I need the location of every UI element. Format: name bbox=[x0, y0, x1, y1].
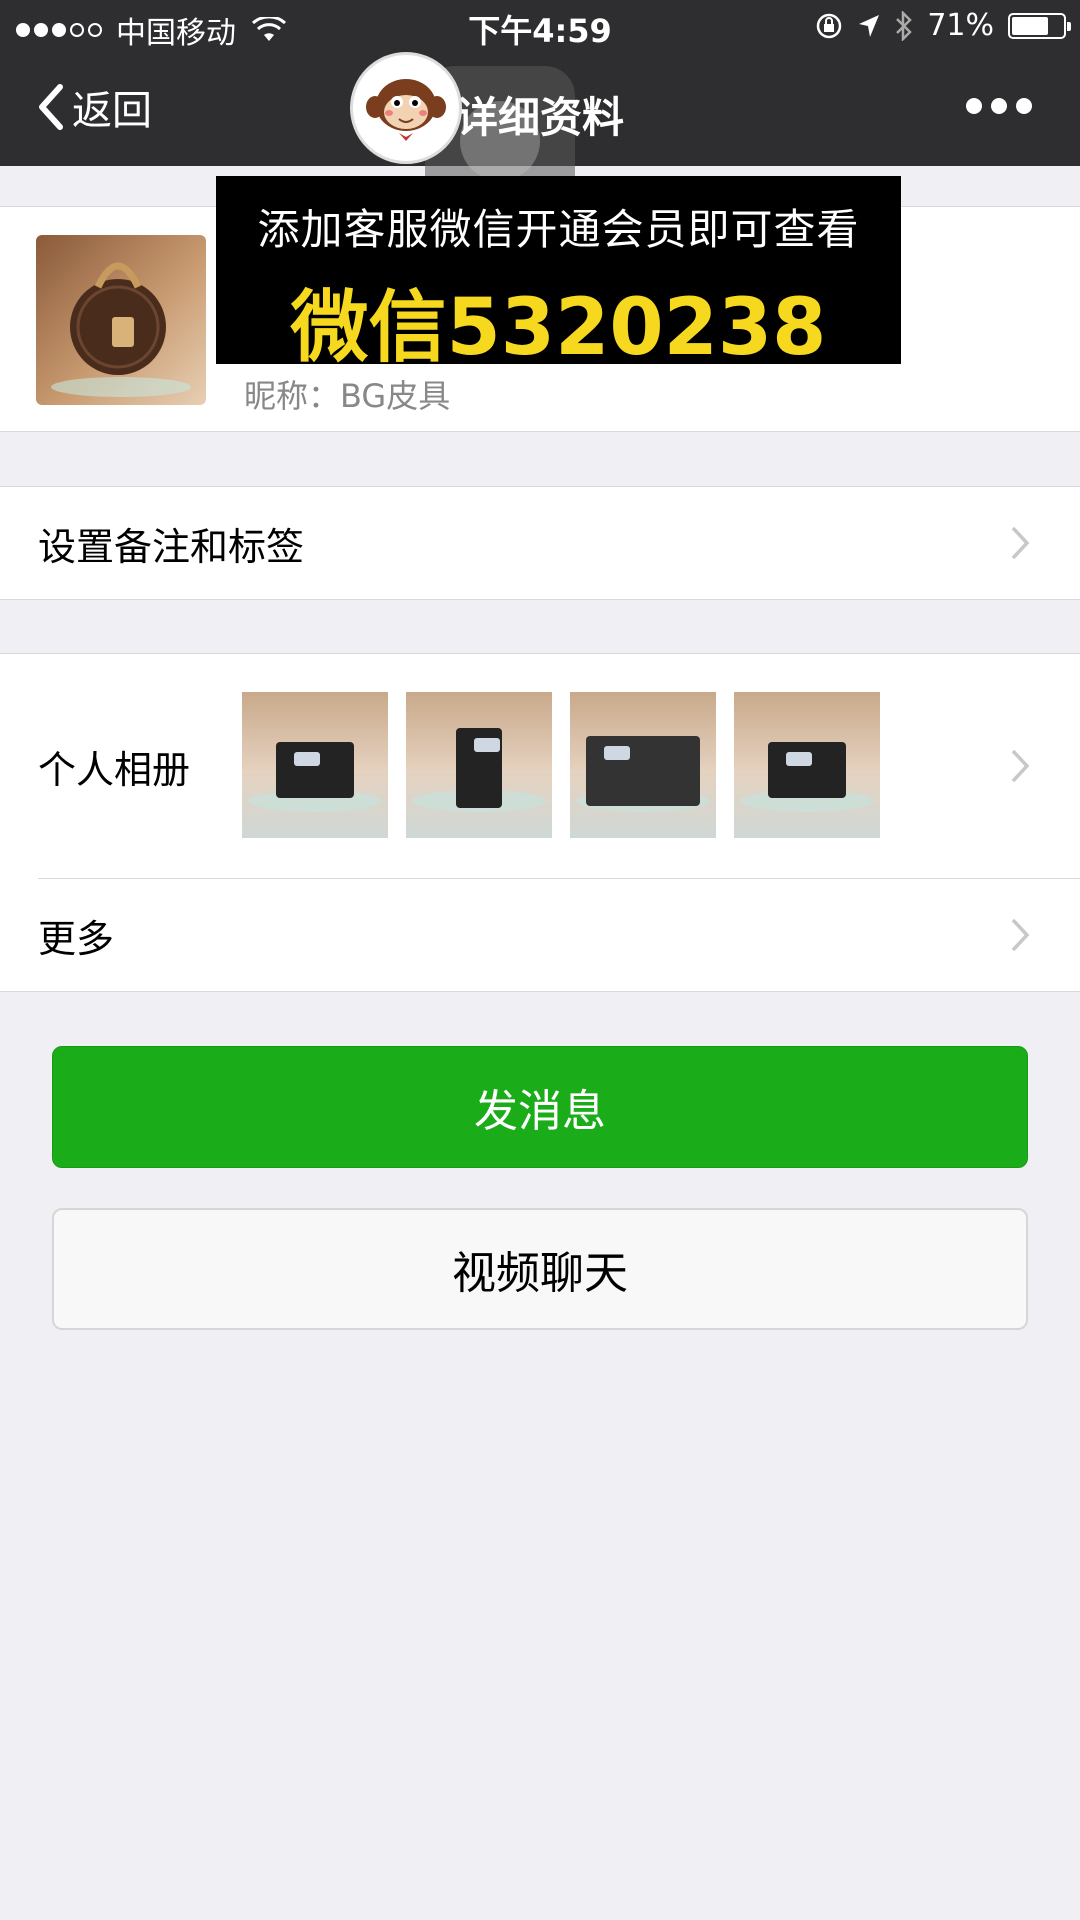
album-thumbnail[interactable] bbox=[406, 692, 552, 838]
personal-album-cell[interactable]: 个人相册 bbox=[0, 654, 1080, 878]
cell-label: 更多 bbox=[38, 916, 115, 961]
cell-label: 个人相册 bbox=[38, 747, 191, 792]
battery-fill bbox=[1012, 16, 1048, 35]
status-right: 71% bbox=[815, 8, 1071, 43]
nickname: 昵称：BG皮具 bbox=[244, 377, 451, 415]
ad-banner: 添加客服微信开通会员即可查看 微信5320238 bbox=[216, 176, 901, 373]
album-thumbnail[interactable] bbox=[242, 692, 388, 838]
chevron-right-icon bbox=[1011, 526, 1030, 560]
more-cell[interactable]: 更多 bbox=[0, 879, 1080, 991]
monkey-logo-watermark bbox=[350, 52, 462, 164]
album-group: 个人相册 更多 bbox=[0, 653, 1080, 992]
rotation-lock-icon bbox=[817, 13, 842, 38]
album-thumbnail[interactable] bbox=[734, 692, 880, 838]
page-title: 详细资料 bbox=[455, 93, 624, 142]
video-chat-button[interactable]: 视频聊天 bbox=[52, 1208, 1028, 1330]
album-thumbnail[interactable] bbox=[570, 692, 716, 838]
set-remark-and-tags-cell[interactable]: 设置备注和标签 bbox=[0, 487, 1080, 599]
chevron-right-icon bbox=[1011, 749, 1030, 783]
bluetooth-icon bbox=[896, 10, 913, 41]
banner-wechat-id: 微信5320238 bbox=[290, 283, 827, 373]
status-bar: 中国移动 下午4:59 71% bbox=[0, 0, 1080, 54]
send-message-button[interactable]: 发消息 bbox=[52, 1046, 1028, 1168]
navigation-bar: 返回 详细资料 bbox=[0, 54, 1080, 216]
location-arrow-icon bbox=[859, 14, 880, 37]
more-dots-icon[interactable] bbox=[966, 98, 1032, 114]
cell-label: 设置备注和标签 bbox=[38, 524, 305, 569]
remark-group: 设置备注和标签 bbox=[0, 486, 1080, 600]
banner-line1: 添加客服微信开通会员即可查看 bbox=[257, 205, 860, 254]
chevron-right-icon bbox=[1011, 918, 1030, 952]
battery-percent: 71% bbox=[927, 8, 994, 43]
battery-icon bbox=[1008, 12, 1071, 39]
profile-avatar[interactable] bbox=[36, 235, 206, 405]
album-thumbnails bbox=[242, 692, 880, 838]
